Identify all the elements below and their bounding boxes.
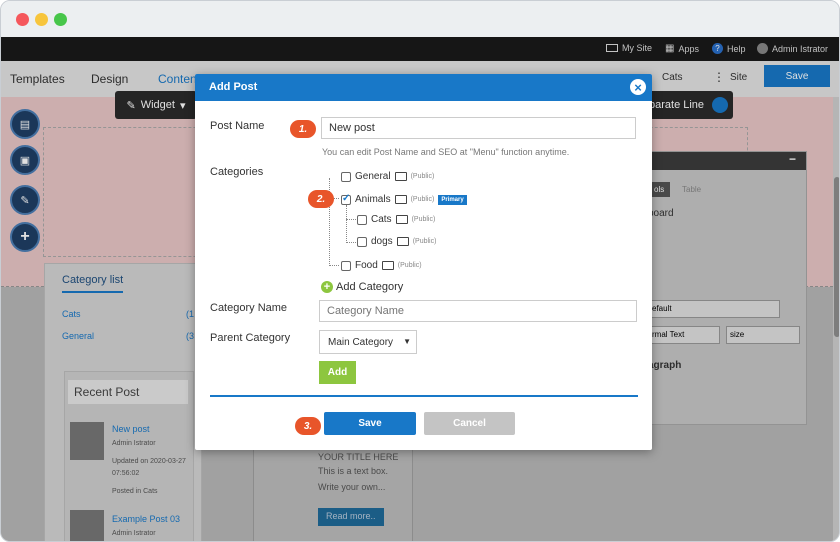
post-name-label: Post Name bbox=[210, 120, 265, 132]
category-item[interactable]: dogs (Public) bbox=[357, 236, 436, 247]
close-window-button[interactable] bbox=[16, 13, 29, 26]
window-titlebar bbox=[1, 1, 839, 37]
maximize-window-button[interactable] bbox=[54, 13, 67, 26]
dialog-header: Add Post × bbox=[195, 74, 652, 101]
step-badge: 2. bbox=[308, 190, 334, 208]
folder-icon bbox=[394, 172, 407, 181]
post-name-hint: You can edit Post Name and SEO at "Menu"… bbox=[322, 147, 570, 157]
parent-category-select[interactable]: Main Category ▼ bbox=[319, 330, 417, 354]
tree-line bbox=[346, 242, 356, 243]
category-item[interactable]: Food (Public) bbox=[341, 260, 422, 271]
folder-icon bbox=[381, 261, 394, 270]
category-checkbox[interactable] bbox=[357, 214, 367, 225]
category-checkbox[interactable] bbox=[341, 171, 351, 182]
cancel-button[interactable]: Cancel bbox=[424, 412, 515, 435]
save-button[interactable]: Save bbox=[324, 412, 416, 435]
folder-icon bbox=[394, 195, 407, 204]
category-name-label: Category Name bbox=[210, 302, 288, 314]
folder-icon bbox=[396, 237, 409, 246]
dialog-title: Add Post bbox=[209, 81, 258, 93]
post-name-input[interactable]: New post bbox=[321, 117, 636, 139]
divider bbox=[210, 395, 638, 397]
tree-line bbox=[346, 219, 356, 220]
category-name-input[interactable] bbox=[319, 300, 637, 322]
app-window: My Site ▦ Apps ? Help Admin Istrator Tem… bbox=[0, 0, 840, 542]
primary-badge: Primary bbox=[438, 194, 467, 205]
categories-label: Categories bbox=[210, 166, 264, 178]
step-badge: 1. bbox=[290, 120, 316, 138]
plus-circle-icon: + bbox=[321, 281, 333, 293]
add-category-link[interactable]: + Add Category bbox=[321, 281, 403, 293]
folder-icon bbox=[395, 215, 408, 224]
minimize-window-button[interactable] bbox=[35, 13, 48, 26]
parent-category-label: Parent Category bbox=[210, 332, 291, 344]
category-item[interactable]: ✓ Animals (Public) Primary bbox=[341, 192, 467, 205]
close-icon[interactable]: × bbox=[630, 79, 646, 95]
step-badge: 3. bbox=[295, 417, 321, 435]
check-icon: ✓ bbox=[342, 192, 351, 204]
category-checkbox[interactable]: ✓ bbox=[341, 192, 351, 205]
tree-line bbox=[329, 265, 339, 266]
category-checkbox[interactable] bbox=[357, 236, 367, 247]
tree-line bbox=[346, 205, 347, 243]
category-item[interactable]: Cats (Public) bbox=[357, 214, 435, 225]
category-item[interactable]: General (Public) bbox=[341, 171, 434, 182]
category-checkbox[interactable] bbox=[341, 260, 351, 271]
add-category-button[interactable]: Add bbox=[319, 361, 356, 384]
chevron-down-icon: ▼ bbox=[403, 337, 411, 346]
add-post-dialog: Add Post × Post Name 1. New post You can… bbox=[195, 74, 652, 450]
